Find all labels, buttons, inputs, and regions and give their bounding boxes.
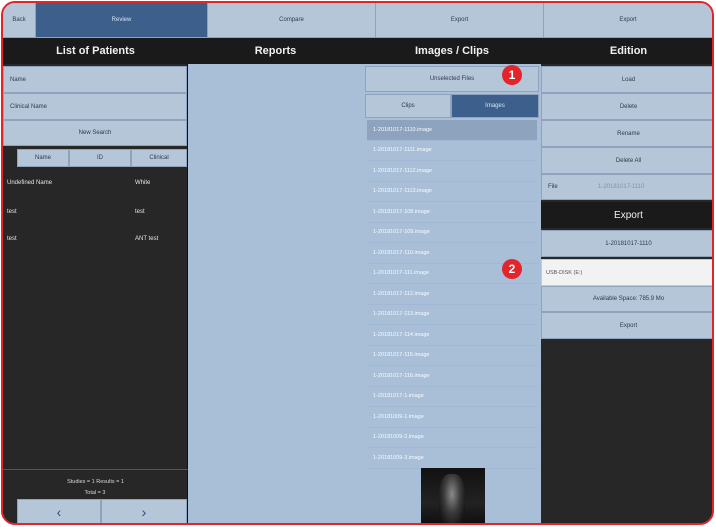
image-file-list: 1-20181017-1110.image 1-20181017-1111.ima… [367,120,537,469]
patient-name: Undefined Name [7,180,53,186]
callout-badge-2: 2 [502,259,522,279]
image-thumbnail[interactable] [421,468,485,523]
studies-count: Studies = 1 Results = 1 [67,479,124,485]
image-file-item[interactable]: 1-20181017-1.image [367,387,537,407]
tab-export-2[interactable]: Export [544,3,712,38]
tab-images[interactable]: Images [451,94,539,118]
file-label: File [548,184,558,190]
clinical-name-field[interactable]: Clinical Name [3,93,187,120]
reports-panel [188,64,363,523]
new-search-button[interactable]: New Search [3,120,187,146]
image-file-item[interactable]: 1-20181017-116.image [367,366,537,387]
column-id-button[interactable]: ID [69,149,131,167]
patients-header: List of Patients [3,38,188,64]
patient-name: test [7,236,17,242]
patient-name: test [7,209,17,215]
image-file-item[interactable]: 1-20181017-115.image [367,346,537,366]
ultrasound-device-screen: Back Review Compare Export Export List o… [1,1,714,525]
patient-clinical: ANT test [135,236,159,242]
next-page-button[interactable]: › [101,499,187,523]
image-file-item[interactable]: 1-20181009-2.image [367,428,537,448]
name-search-field[interactable]: Name [3,66,187,93]
images-header: Images / Clips [363,38,541,64]
delete-all-button[interactable]: Delete All [541,147,712,174]
export-button[interactable]: Export [541,312,712,339]
tab-clips[interactable]: Clips [365,94,451,118]
image-file-item[interactable]: 1-20181017-114.image [367,325,537,346]
previous-page-button[interactable]: ‹ [17,499,101,523]
image-file-item[interactable]: 1-20181017-1112.image [367,161,537,182]
delete-button[interactable]: Delete [541,93,712,120]
edition-panel: Load Delete Rename Delete All File 1-201… [541,64,712,523]
column-clinical-button[interactable]: Clinical [131,149,187,167]
export-section-title: Export [541,202,712,228]
image-file-item[interactable]: 1-20181009-1.image [367,407,537,428]
load-button[interactable]: Load [541,66,712,93]
image-file-item[interactable]: 1-20181017-108.image [367,202,537,223]
drive-select[interactable]: USB-DISK (E:) [541,259,712,286]
image-file-item[interactable]: 1-20181009-3.image [367,448,537,469]
reports-header: Reports [188,38,363,64]
total-count: Total = 3 [84,490,106,496]
callout-badge-1: 1 [502,65,522,85]
edition-header: Edition [541,38,712,64]
column-name-button[interactable]: Name [17,149,69,167]
file-name-input[interactable]: 1-20181017-1110 [598,184,645,190]
top-nav-bar: Back Review Compare Export Export [3,3,712,38]
images-panel: Unselected Files Clips Images 1-20181017… [363,64,541,523]
available-space-label: Available Space: 785.9 Mo [541,286,712,312]
image-file-item[interactable]: 1-20181017-113.image [367,305,537,325]
image-file-item[interactable]: 1-20181017-1110.image [367,120,537,141]
image-file-item[interactable]: 1-20181017-1113.image [367,182,537,202]
export-file-name[interactable]: 1-20181017-1110 [541,230,712,257]
patient-clinical: test [135,209,145,215]
image-file-item[interactable]: 1-20181017-112.image [367,284,537,305]
file-name-row: File 1-20181017-1110 [541,174,712,200]
tab-export-1[interactable]: Export [376,3,544,38]
patients-panel: Name Clinical Name New Search Name ID Cl… [3,64,188,523]
image-file-item[interactable]: 1-20181017-109.image [367,223,537,243]
tab-compare[interactable]: Compare [208,3,376,38]
tab-review[interactable]: Review [36,3,208,38]
rename-button[interactable]: Rename [541,120,712,147]
ultrasound-preview [439,474,465,523]
tab-back[interactable]: Back [3,3,36,38]
image-file-item[interactable]: 1-20181017-1111.image [367,141,537,161]
patient-clinical: White [135,180,151,186]
